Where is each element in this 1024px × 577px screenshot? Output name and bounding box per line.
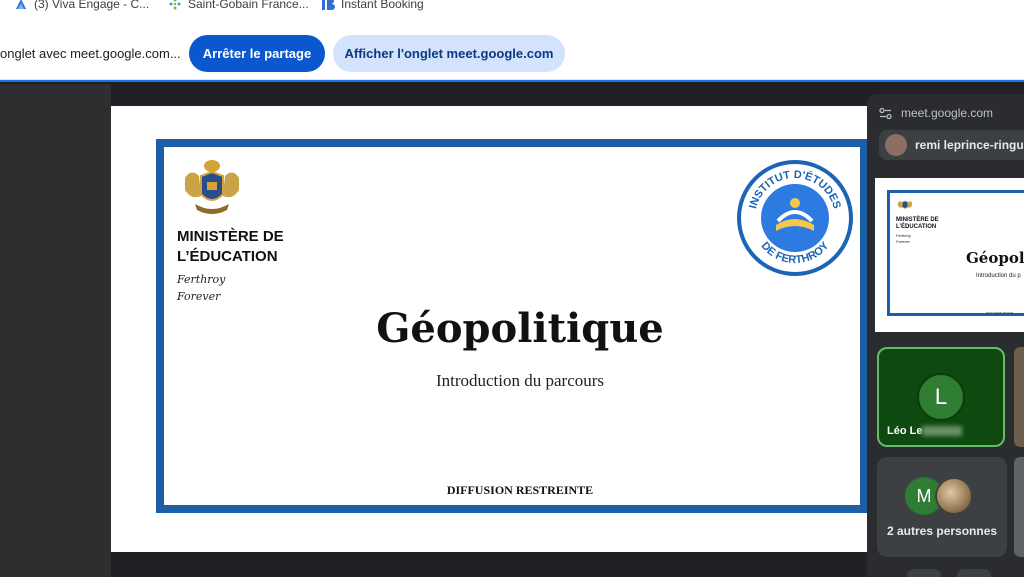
thumbnail-footer: DIFFUSION RESTR xyxy=(986,311,1014,315)
bookmarks-bar: (3) Viva Engage - C... Saint-Gobain Fran… xyxy=(0,0,1024,14)
viva-engage-icon xyxy=(16,0,26,9)
ministry-title-line-1: MINISTÈRE DE xyxy=(177,228,284,245)
thumbnail-motto-line-2: Forever xyxy=(896,239,910,244)
thumbnail-title: Géopolit xyxy=(966,249,1024,267)
thumbnail-subtitle: Introduction du p xyxy=(976,273,1021,279)
coat-of-arms-icon xyxy=(185,160,239,214)
show-tab-button[interactable]: Afficher l'onglet meet.google.com xyxy=(333,35,565,72)
slide-subtitle: Introduction du parcours xyxy=(435,371,605,390)
coat-of-arms-icon xyxy=(898,200,912,209)
thumbnail-frame: MINISTÈRE DE L’ÉDUCATION Ferthroy Foreve… xyxy=(887,190,1024,316)
participant-name-text: Léo Le xyxy=(887,425,923,437)
ministry-motto-line-2: Forever xyxy=(177,290,221,303)
stage-left-margin xyxy=(0,84,111,577)
blurred-surname xyxy=(922,426,963,437)
presenter-chip[interactable]: remi leprince-ringu xyxy=(879,130,1024,160)
participant-tile-partial[interactable] xyxy=(1014,457,1024,557)
slide-top-strip xyxy=(111,84,904,106)
avatar-photo xyxy=(935,477,973,515)
bookmark-label: Saint-Gobain France... xyxy=(188,0,309,11)
panel-url: meet.google.com xyxy=(901,106,994,120)
presenter-name: remi leprince-ringu xyxy=(915,138,1024,152)
participant-tile-partial[interactable] xyxy=(1014,347,1024,447)
bookmark-instant-booking[interactable]: Instant Booking xyxy=(321,0,424,11)
bookmark-viva-engage[interactable]: (3) Viva Engage - C... xyxy=(14,0,149,11)
thumbnail-ministry-line-2: L’ÉDUCATION xyxy=(896,224,937,230)
thumbnail-ministry-line-1: MINISTÈRE DE xyxy=(896,217,939,223)
presentation-slide: MINISTÈRE DE L’ÉDUCATION Ferthroy Foreve… xyxy=(111,106,869,552)
saint-gobain-icon xyxy=(169,0,181,10)
ministry-motto-line-1: Ferthroy xyxy=(177,273,226,286)
stop-sharing-button[interactable]: Arrêter le partage xyxy=(189,35,325,72)
slide-title: Géopolitique xyxy=(376,305,664,352)
sharing-bar: onglet avec meet.google.com... Arrêter l… xyxy=(0,14,1024,80)
sharing-status-text: onglet avec meet.google.com... xyxy=(0,46,181,61)
site-settings-icon[interactable] xyxy=(879,107,892,120)
avatar: L xyxy=(917,373,965,421)
bookmark-label: (3) Viva Engage - C... xyxy=(34,0,150,11)
instant-booking-icon xyxy=(322,0,335,10)
participant-name: Léo Le xyxy=(887,425,963,437)
panel-url-bar: meet.google.com xyxy=(879,106,993,120)
presentation-stage: MINISTÈRE DE L’ÉDUCATION Ferthroy Foreve… xyxy=(0,80,1024,577)
slide-footer: DIFFUSION RESTREINTE xyxy=(446,483,594,497)
thumbnail-ministry: MINISTÈRE DE L’ÉDUCATION xyxy=(896,217,939,231)
ministry-title-line-2: L’ÉDUCATION xyxy=(177,248,278,265)
others-count-label: 2 autres personnes xyxy=(887,524,998,538)
bookmark-saint-gobain[interactable]: Saint-Gobain France... xyxy=(168,0,309,11)
presentation-thumbnail[interactable]: MINISTÈRE DE L’ÉDUCATION Ferthroy Foreve… xyxy=(875,178,1024,332)
panel-controls xyxy=(907,569,991,577)
bookmark-label: Instant Booking xyxy=(341,0,424,11)
institute-seal-icon: INSTITUT D'ÉTUDES DE FERTHROY xyxy=(737,160,853,276)
meet-side-panel: meet.google.com remi leprince-ringu MINI… xyxy=(867,94,1024,577)
slide-frame: MINISTÈRE DE L’ÉDUCATION Ferthroy Foreve… xyxy=(156,139,868,513)
ministry-block: MINISTÈRE DE L’ÉDUCATION Ferthroy Foreve… xyxy=(177,156,307,305)
thumbnail-motto: Ferthroy Forever xyxy=(896,233,911,245)
participant-tile-leo[interactable]: L Léo Le xyxy=(877,347,1005,447)
avatar xyxy=(885,134,907,156)
participant-tile-others[interactable]: M 2 autres personnes xyxy=(877,457,1007,557)
